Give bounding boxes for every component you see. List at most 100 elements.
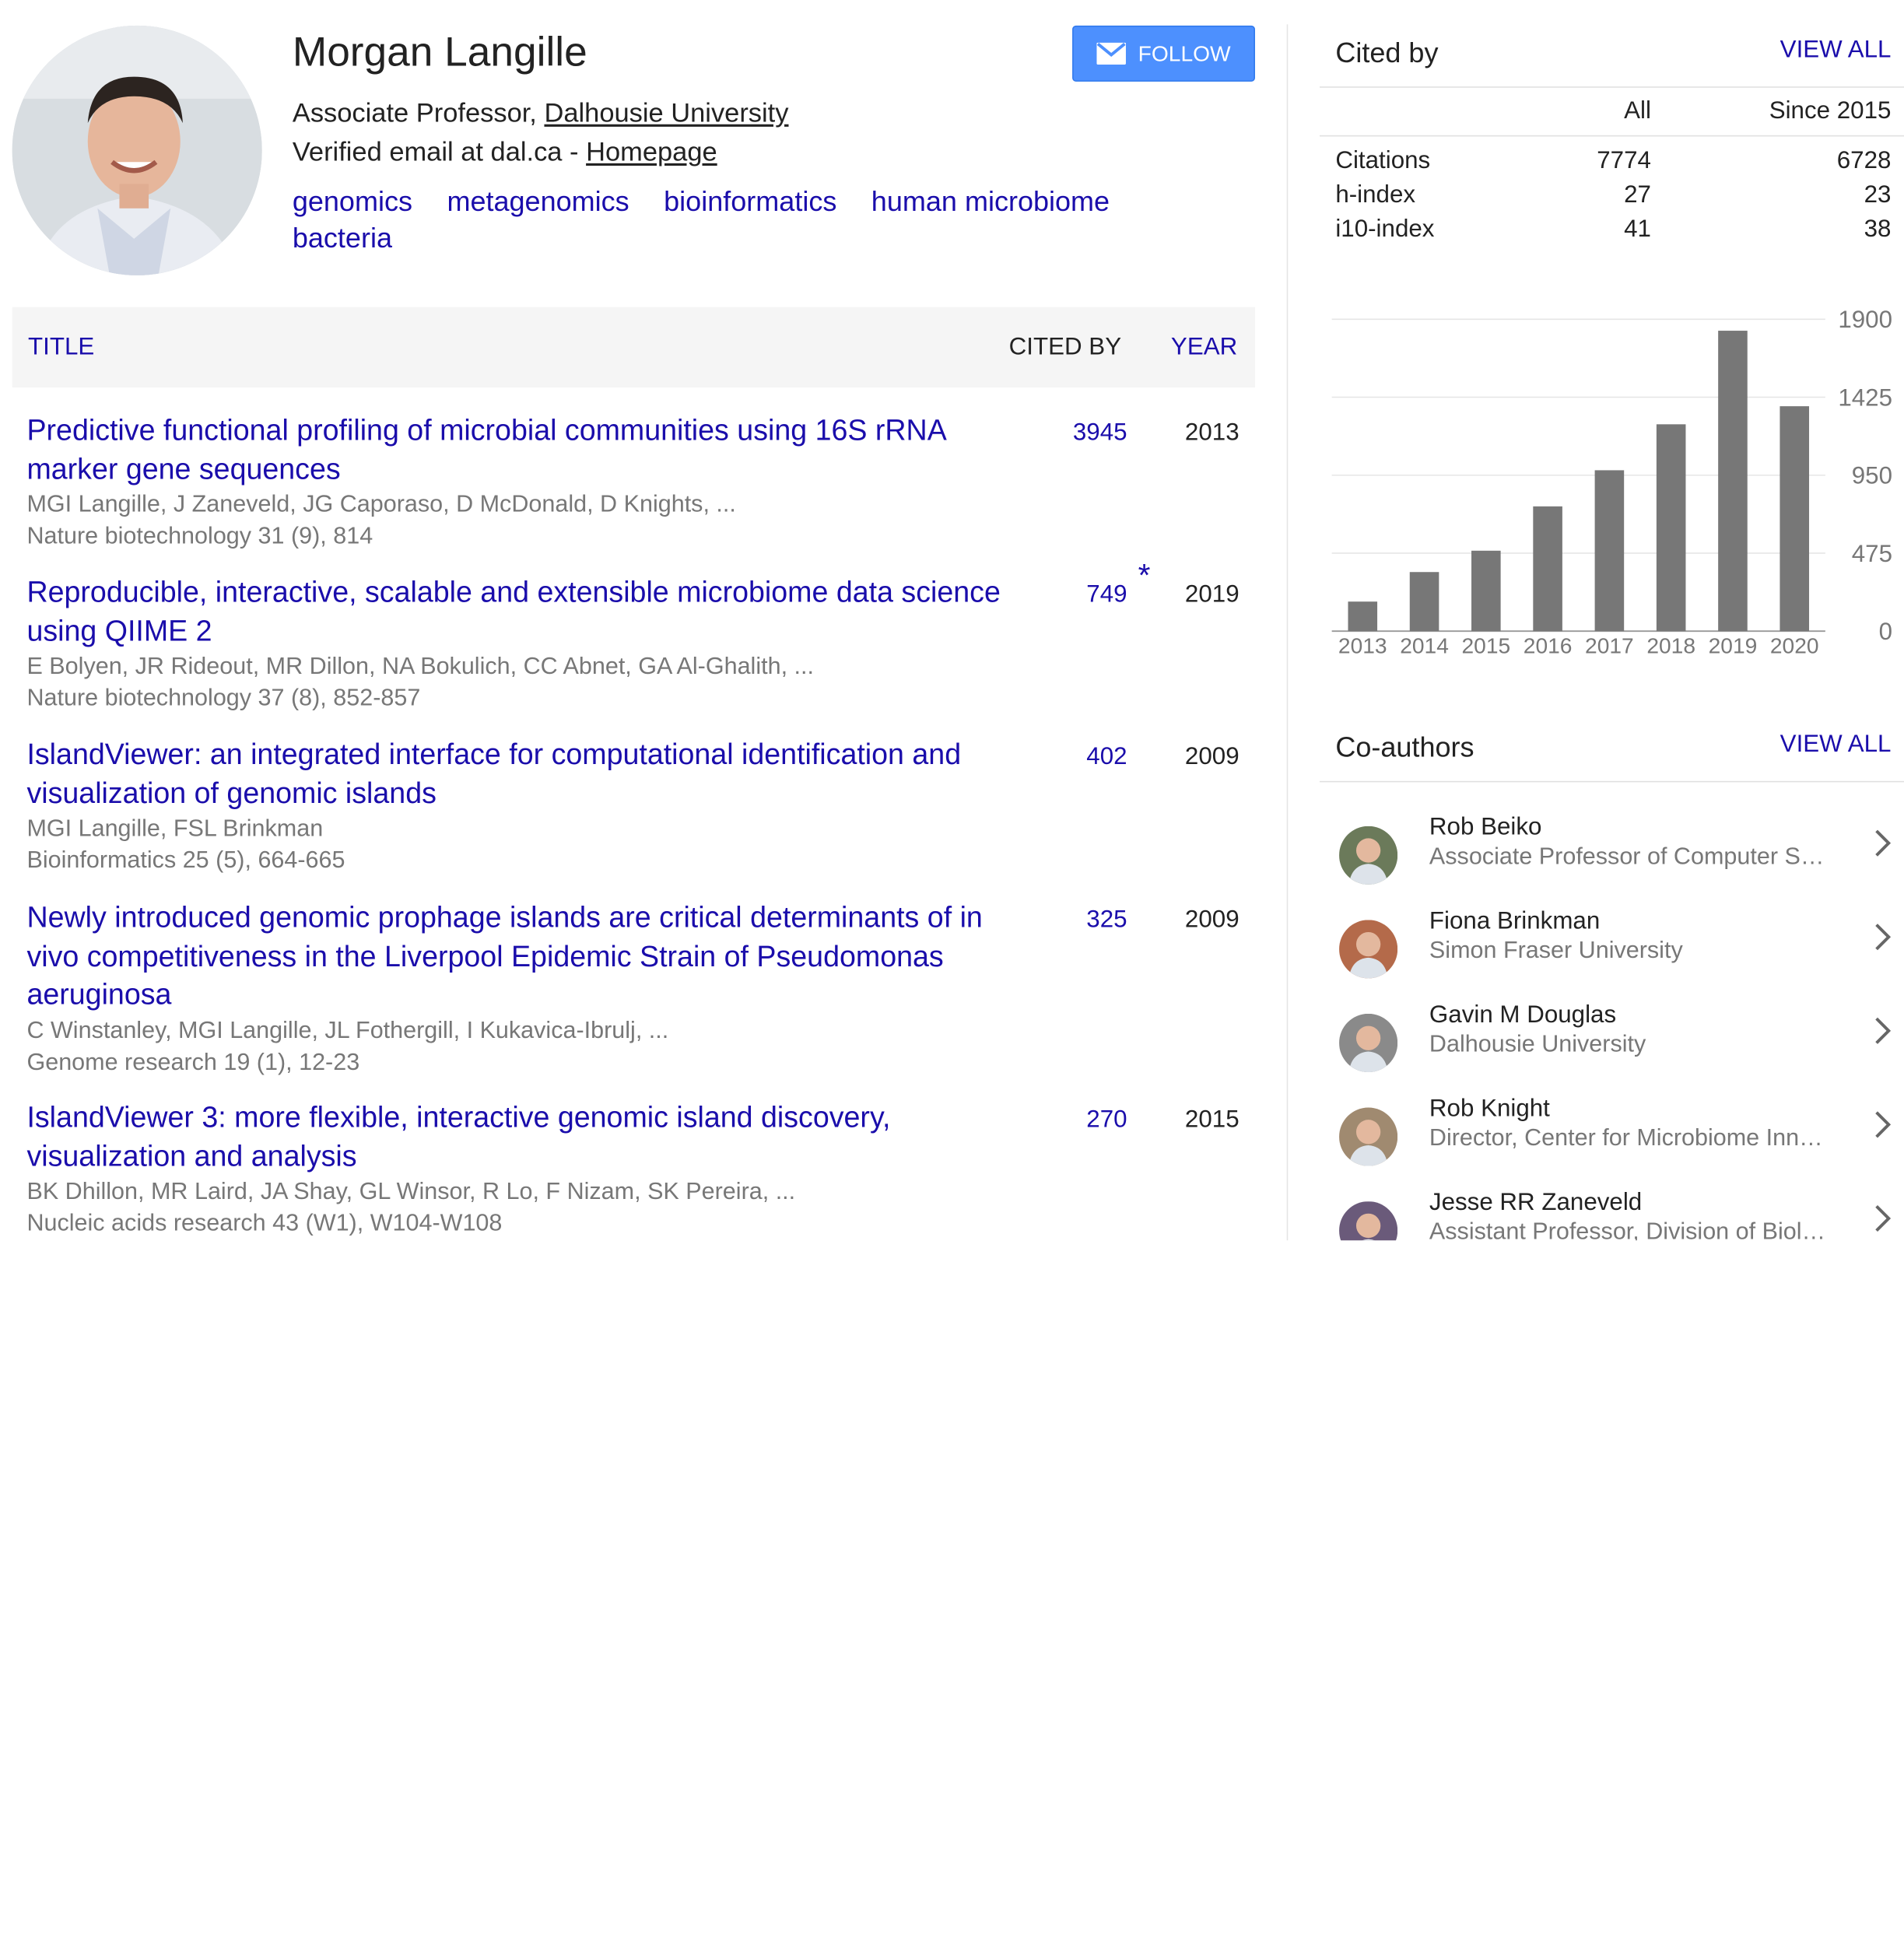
article-title-link[interactable]: Predictive functional profiling of micro… xyxy=(26,412,1001,489)
profile-avatar xyxy=(12,25,262,275)
x-tick-label: 2019 xyxy=(1709,633,1758,657)
coauthor-affiliation: Simon Fraser University xyxy=(1429,937,1683,964)
article-authors: E Bolyen, JR Rideout, MR Dillon, NA Boku… xyxy=(26,653,815,680)
sort-year-header[interactable]: YEAR xyxy=(1171,334,1237,362)
stat-since: 38 xyxy=(1864,216,1892,243)
avatar-face xyxy=(1355,838,1381,863)
person-photo-icon xyxy=(1339,826,1398,885)
homepage-link[interactable]: Homepage xyxy=(586,136,717,167)
coauthor-item[interactable]: Rob Beiko Associate Professor of Computer… xyxy=(1320,814,1904,902)
profile-affiliation: Associate Professor, Dalhousie Universit… xyxy=(293,97,789,129)
article-year: 2015 xyxy=(1184,1106,1240,1134)
chevron-right-icon[interactable] xyxy=(1871,1201,1895,1236)
profile-email: Verified email at dal.ca - Homepage xyxy=(293,136,717,168)
x-tick-label: 2014 xyxy=(1400,633,1449,657)
person-photo-icon xyxy=(1339,1107,1398,1166)
y-tick-label: 0 xyxy=(1879,618,1892,645)
chevron-right-icon[interactable] xyxy=(1871,920,1895,954)
article-cited-count[interactable]: 325 xyxy=(1020,906,1127,934)
chart-bar[interactable] xyxy=(1780,406,1810,632)
stat-label: h-index xyxy=(1335,181,1416,209)
coauthor-name-link[interactable]: Rob Knight xyxy=(1429,1095,1550,1123)
stat-all: 7774 xyxy=(1597,147,1651,174)
chart-bar[interactable] xyxy=(1348,601,1378,632)
article-authors: C Winstanley, MGI Langille, JL Fothergil… xyxy=(26,1016,669,1044)
article-year: 2013 xyxy=(1184,419,1240,447)
article-year: 2019 xyxy=(1184,580,1240,608)
article-title-link[interactable]: IslandViewer 3: more flexible, interacti… xyxy=(26,1099,1001,1176)
chart-bar[interactable] xyxy=(1409,572,1439,632)
articles-table-header: TITLE CITED BY YEAR xyxy=(12,307,1255,387)
chevron-right-icon[interactable] xyxy=(1871,826,1895,861)
y-tick-label: 475 xyxy=(1852,540,1892,567)
coauthor-item[interactable]: Rob Knight Director, Center for Microbiom… xyxy=(1320,1095,1904,1183)
stat-all: 27 xyxy=(1624,181,1651,209)
coauthor-affiliation: Director, Center for Microbiome Innovati… xyxy=(1429,1124,1832,1152)
position-text: Associate Professor, xyxy=(292,97,545,128)
chart-bar[interactable] xyxy=(1656,424,1686,632)
mail-icon xyxy=(1096,42,1126,65)
interest-link[interactable]: genomics xyxy=(293,185,412,217)
chart-bar[interactable] xyxy=(1533,506,1562,632)
stat-all: 41 xyxy=(1624,216,1651,243)
article-cited-count[interactable]: 402 xyxy=(1020,743,1127,771)
divider xyxy=(1319,780,1904,783)
coauthor-name-link[interactable]: Jesse RR Zaneveld xyxy=(1429,1189,1642,1217)
article-venue: Nature biotechnology 37 (8), 852-857 xyxy=(26,685,421,712)
article-row: Newly introduced genomic prophage island… xyxy=(26,899,1245,1078)
cited-by-view-all-link[interactable]: VIEW ALL xyxy=(1706,37,1892,65)
citation-stat-row: i10-index 41 38 xyxy=(1335,216,1891,250)
coauthor-affiliation: Dalhousie University xyxy=(1429,1030,1646,1058)
coauthor-item[interactable]: Fiona Brinkman Simon Fraser University xyxy=(1320,908,1904,996)
coauthor-name-link[interactable]: Gavin M Douglas xyxy=(1429,1001,1616,1029)
article-title-link[interactable]: IslandViewer: an integrated interface fo… xyxy=(26,736,1001,813)
coauthor-avatar[interactable] xyxy=(1339,826,1398,885)
interest-link[interactable]: bioinformatics xyxy=(664,185,836,217)
citation-stat-row: Citations 7774 6728 xyxy=(1335,147,1891,181)
coauthor-name-link[interactable]: Rob Beiko xyxy=(1429,814,1542,842)
x-tick-label: 2013 xyxy=(1338,633,1387,657)
coauthor-avatar[interactable] xyxy=(1339,920,1398,979)
coauthor-item[interactable]: Gavin M Douglas Dalhousie University xyxy=(1320,1001,1904,1089)
citations-per-year-chart: 0 475 950 1425 1900 2013 2014 2015 2016 2017 2018 2… xyxy=(1331,306,1892,657)
coauthor-name-link[interactable]: Fiona Brinkman xyxy=(1429,908,1600,936)
coauthors-title: Co-authors xyxy=(1335,731,1474,763)
person-photo-icon xyxy=(1339,920,1398,979)
interest-link[interactable]: metagenomics xyxy=(447,185,629,217)
x-tick-label: 2017 xyxy=(1585,633,1634,657)
article-authors: MGI Langille, FSL Brinkman xyxy=(26,815,324,843)
article-cited-count[interactable]: 3945 xyxy=(1020,419,1127,447)
x-tick-label: 2015 xyxy=(1461,633,1510,657)
sort-title-header[interactable]: TITLE xyxy=(28,334,94,362)
coauthor-avatar[interactable] xyxy=(1339,1201,1398,1241)
article-title-link[interactable]: Reproducible, interactive, scalable and … xyxy=(26,574,1001,651)
article-row: Reproducible, interactive, scalable and … xyxy=(26,557,1245,714)
article-row: IslandViewer: an integrated interface fo… xyxy=(26,736,1245,876)
coauthor-avatar[interactable] xyxy=(1339,1013,1398,1073)
stat-since: 6728 xyxy=(1836,147,1892,174)
col-since-header: Since 2015 xyxy=(1769,97,1892,124)
interest-link[interactable]: bacteria xyxy=(293,222,392,254)
cited-by-header[interactable]: CITED BY xyxy=(1009,334,1121,362)
stat-since: 23 xyxy=(1864,181,1892,209)
follow-button[interactable]: FOLLOW xyxy=(1072,25,1255,82)
y-tick-label: 1900 xyxy=(1838,306,1892,333)
chevron-right-icon[interactable] xyxy=(1871,1014,1895,1048)
university-link[interactable]: Dalhousie University xyxy=(544,97,788,128)
interest-link[interactable]: human microbiome xyxy=(871,185,1110,217)
coauthor-avatar[interactable] xyxy=(1339,1107,1398,1166)
chart-bar[interactable] xyxy=(1471,550,1501,632)
chart-bar[interactable] xyxy=(1594,470,1625,632)
coauthor-affiliation: Assistant Professor, Division of Biologi… xyxy=(1429,1218,1832,1241)
article-title-link[interactable]: Newly introduced genomic prophage island… xyxy=(26,899,1001,1015)
article-venue: Nature biotechnology 31 (9), 814 xyxy=(26,522,373,550)
coauthors-view-all-link[interactable]: VIEW ALL xyxy=(1706,731,1892,759)
article-year: 2009 xyxy=(1184,906,1240,934)
article-cited-count[interactable]: 270 xyxy=(1020,1106,1127,1134)
citation-stat-row: h-index 27 23 xyxy=(1335,181,1891,216)
coauthor-item[interactable]: Jesse RR Zaneveld Assistant Professor, Di… xyxy=(1320,1189,1904,1241)
chevron-right-icon[interactable] xyxy=(1871,1107,1895,1141)
article-cited-count[interactable]: 749 xyxy=(1020,581,1127,609)
cited-by-title: Cited by xyxy=(1335,36,1439,68)
chart-bar[interactable] xyxy=(1718,331,1748,632)
